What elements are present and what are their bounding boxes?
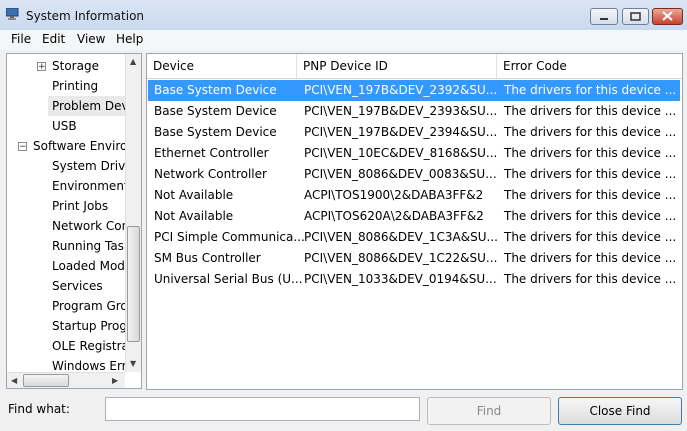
cell-error: The drivers for this device ...	[504, 167, 677, 181]
column-header-pnp-device-id[interactable]: PNP Device ID	[297, 54, 497, 78]
table-row[interactable]: Base System Device PCI\VEN_197B&DEV_2394&…	[148, 122, 680, 143]
cell-device: Not Available	[154, 188, 234, 202]
cell-pnp: PCI\VEN_8086&DEV_0083&SU...	[304, 167, 497, 181]
tree-item-storage[interactable]: Storage	[48, 56, 129, 76]
cell-pnp: PCI\VEN_1033&DEV_0194&SU...	[304, 272, 497, 286]
scroll-left-icon[interactable]: ◀	[11, 376, 17, 385]
table-row[interactable]: Base System Device PCI\VEN_197B&DEV_2392&…	[148, 80, 680, 101]
tree-item-software-environment[interactable]: Software Environment	[29, 136, 141, 156]
cell-pnp: ACPI\TOS620A\2&DABA3FF&2	[304, 209, 484, 223]
cell-pnp: ACPI\TOS1900\2&DABA3FF&2	[304, 188, 484, 202]
tree-item-label: Printing	[52, 79, 99, 93]
find-button[interactable]: Find	[427, 397, 551, 425]
scroll-right-icon[interactable]: ▶	[112, 376, 118, 385]
menu-bar: File Edit View Help	[0, 30, 687, 50]
cell-pnp: PCI\VEN_8086&DEV_1C22&SU...	[304, 251, 498, 265]
table-row[interactable]: PCI Simple Communica... PCI\VEN_8086&DEV_…	[148, 227, 680, 248]
tree-item-system-drivers[interactable]: System Drivers	[48, 156, 141, 176]
close-icon	[662, 11, 673, 21]
system-information-app-icon	[6, 8, 19, 20]
cell-device: Base System Device	[154, 125, 277, 139]
find-what-input[interactable]	[105, 397, 420, 421]
tree-vertical-scroll-thumb[interactable]	[127, 226, 140, 342]
maximize-button[interactable]	[622, 8, 649, 25]
tree-item-startup-programs[interactable]: Startup Programs	[48, 316, 141, 336]
cell-error: The drivers for this device ...	[504, 104, 677, 118]
tree-item-running-tasks[interactable]: Running Tasks	[48, 236, 137, 256]
cell-error: The drivers for this device ...	[504, 230, 677, 244]
table-row[interactable]: Network Controller PCI\VEN_8086&DEV_0083&…	[148, 164, 680, 185]
close-window-button[interactable]	[652, 8, 683, 25]
table-row[interactable]: Universal Serial Bus (U... PCI\VEN_1033&D…	[148, 269, 680, 290]
tree-item-environment-variables[interactable]: Environment Variables	[48, 176, 141, 196]
tree-item-program-groups[interactable]: Program Groups	[48, 296, 141, 316]
cell-device: Network Controller	[154, 167, 267, 181]
cell-pnp: PCI\VEN_197B&DEV_2392&SU...	[304, 83, 498, 97]
scroll-down-icon[interactable]: ▼	[130, 359, 136, 368]
tree-item-label: Services	[52, 279, 103, 293]
tree-item-problem-devices[interactable]: Problem Devices	[48, 96, 141, 116]
cell-error: The drivers for this device ...	[504, 188, 677, 202]
table-row[interactable]: Base System Device PCI\VEN_197B&DEV_2393&…	[148, 101, 680, 122]
device-list[interactable]: Device PNP Device ID Error Code Base Sys…	[146, 53, 683, 390]
tree-item-ole-registration[interactable]: OLE Registration	[48, 336, 141, 356]
column-header-device[interactable]: Device	[147, 54, 297, 78]
table-row[interactable]: Not Available ACPI\TOS1900\2&DABA3FF&2 The…	[148, 185, 680, 206]
expand-icon[interactable]: +	[37, 62, 46, 72]
tree-horizontal-scrollbar[interactable]: ◀ ▶	[7, 372, 125, 388]
tree-vertical-scrollbar[interactable]: ▲ ▼	[125, 54, 141, 372]
menu-edit[interactable]: Edit	[42, 32, 65, 46]
tree-item-network-connections[interactable]: Network Connections	[48, 216, 141, 236]
cell-device: Base System Device	[154, 104, 277, 118]
cell-device: PCI Simple Communica...	[154, 230, 305, 244]
cell-error: The drivers for this device ...	[504, 125, 677, 139]
cell-pnp: PCI\VEN_197B&DEV_2394&SU...	[304, 125, 498, 139]
cell-error: The drivers for this device ...	[504, 146, 677, 160]
tree-item-printing[interactable]: Printing	[48, 76, 129, 96]
tree-item-print-jobs[interactable]: Print Jobs	[48, 196, 129, 216]
window-title: System Information	[26, 9, 145, 23]
cell-error: The drivers for this device ...	[504, 83, 677, 97]
title-bar: System Information	[0, 0, 687, 31]
cell-device: Base System Device	[154, 83, 277, 97]
cell-device: Universal Serial Bus (U...	[154, 272, 303, 286]
table-row[interactable]: Ethernet Controller PCI\VEN_10EC&DEV_8168…	[148, 143, 680, 164]
minimize-button[interactable]	[590, 8, 618, 25]
tree-item-services[interactable]: Services	[48, 276, 129, 296]
cell-error: The drivers for this device ...	[504, 272, 677, 286]
scroll-up-icon[interactable]: ▲	[130, 57, 136, 66]
minimize-icon	[600, 18, 608, 20]
find-what-label: Find what:	[8, 402, 70, 416]
header-divider	[147, 78, 682, 79]
cell-error: The drivers for this device ...	[504, 251, 677, 265]
close-find-button[interactable]: Close Find	[558, 397, 682, 425]
tree-horizontal-scroll-thumb[interactable]	[23, 374, 69, 387]
maximize-icon	[630, 12, 641, 21]
cell-pnp: PCI\VEN_197B&DEV_2393&SU...	[304, 104, 498, 118]
menu-help[interactable]: Help	[116, 32, 143, 46]
tree-item-loaded-modules[interactable]: Loaded Modules	[48, 256, 141, 276]
menu-view[interactable]: View	[77, 32, 105, 46]
collapse-icon[interactable]: −	[18, 142, 27, 152]
cell-error: The drivers for this device ...	[504, 209, 677, 223]
tree-item-label: USB	[52, 119, 77, 133]
column-header-error-code[interactable]: Error Code	[497, 54, 682, 78]
cell-pnp: PCI\VEN_10EC&DEV_8168&SU...	[304, 146, 498, 160]
category-tree[interactable]: Storage + Printing Problem Devices USB Softwa…	[6, 53, 142, 389]
cell-device: SM Bus Controller	[154, 251, 261, 265]
tree-item-label: Storage	[52, 59, 99, 73]
tree-item-label: Print Jobs	[52, 199, 109, 213]
table-row[interactable]: SM Bus Controller PCI\VEN_8086&DEV_1C22&S…	[148, 248, 680, 269]
cell-device: Ethernet Controller	[154, 146, 269, 160]
table-row[interactable]: Not Available ACPI\TOS620A\2&DABA3FF&2 The…	[148, 206, 680, 227]
tree-item-usb[interactable]: USB	[48, 116, 129, 136]
cell-device: Not Available	[154, 209, 234, 223]
menu-file[interactable]: File	[11, 32, 31, 46]
cell-pnp: PCI\VEN_8086&DEV_1C3A&SU...	[304, 230, 498, 244]
